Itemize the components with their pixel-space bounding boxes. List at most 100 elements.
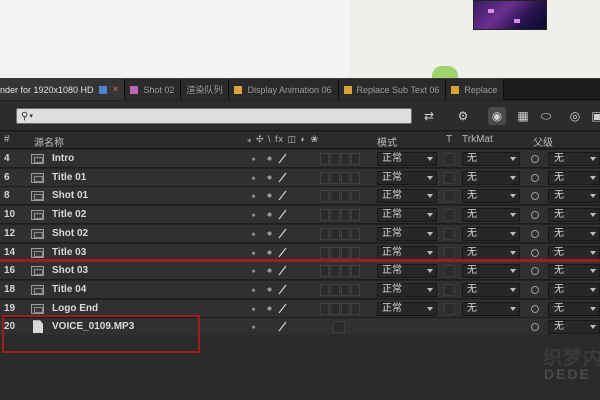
layer-switch-boxes[interactable] <box>320 171 360 184</box>
preserve-transparency-toggle[interactable] <box>444 227 455 240</box>
quality-switch-icon[interactable] <box>277 265 288 276</box>
layer-switch-boxes[interactable] <box>320 265 360 278</box>
pick-whip-icon[interactable] <box>531 304 539 313</box>
layer-row[interactable]: 12 Shot 02 ⁎ 正常 无 无 <box>0 224 600 243</box>
quality-switch-icon[interactable] <box>277 228 288 239</box>
preserve-transparency-toggle[interactable] <box>444 171 455 184</box>
preserve-transparency-toggle[interactable] <box>444 153 455 165</box>
layer-row[interactable]: 16 Shot 03 ⁎ 正常 无 无 <box>0 262 600 281</box>
layer-switch-boxes[interactable] <box>333 321 345 334</box>
search-input[interactable] <box>32 111 411 121</box>
preserve-transparency-toggle[interactable] <box>444 246 455 259</box>
quality-switch-icon[interactable] <box>277 247 288 258</box>
tab-5[interactable]: Replace <box>446 79 505 100</box>
render-preview-icon[interactable]: ⚙ <box>454 107 472 125</box>
collapse-switch-icon[interactable] <box>264 153 275 164</box>
blend-mode-select[interactable]: 正常 <box>377 245 437 260</box>
quality-switch-icon[interactable] <box>277 190 288 201</box>
column-mode[interactable]: 模式 <box>377 134 397 149</box>
layer-switch-boxes[interactable] <box>320 246 360 259</box>
layer-switch-boxes[interactable] <box>320 302 360 315</box>
parent-select[interactable]: 无 <box>548 170 600 185</box>
layer-row[interactable]: 4 Intro ⁎ 正常 无 无 <box>0 150 600 168</box>
preserve-transparency-toggle[interactable] <box>444 283 455 296</box>
column-source-name[interactable]: 源名称 <box>34 134 64 149</box>
column-trkmat[interactable]: TrkMat <box>462 134 493 145</box>
blend-mode-select[interactable]: 正常 <box>377 301 437 316</box>
layer-row[interactable]: 6 Title 01 ⁎ 正常 无 无 <box>0 168 600 187</box>
shy-switch-icon[interactable]: ⁎ <box>248 228 259 239</box>
parent-select[interactable]: 无 <box>548 189 600 204</box>
layer-switch-boxes[interactable] <box>320 227 360 240</box>
pick-whip-icon[interactable] <box>531 248 539 257</box>
pick-whip-icon[interactable] <box>531 229 539 238</box>
layer-switch-boxes[interactable] <box>320 209 360 222</box>
composition-flowchart-icon[interactable]: ⇄ <box>420 107 438 125</box>
pick-whip-icon[interactable] <box>531 285 539 294</box>
parent-select[interactable]: 无 <box>548 208 600 223</box>
track-matte-select[interactable]: 无 <box>462 152 520 166</box>
layer-name[interactable]: Title 04 <box>52 284 86 295</box>
parent-select[interactable]: 无 <box>548 152 600 166</box>
blend-mode-select[interactable]: 正常 <box>377 282 437 297</box>
tab-4[interactable]: Replace Sub Text 06 <box>338 79 447 100</box>
collapse-switch-icon[interactable] <box>264 228 275 239</box>
preserve-transparency-toggle[interactable] <box>444 209 455 222</box>
track-matte-select[interactable]: 无 <box>462 245 520 260</box>
collapse-switch-icon[interactable] <box>264 265 275 276</box>
layer-name[interactable]: Shot 01 <box>52 190 88 201</box>
close-icon[interactable]: × <box>113 84 119 95</box>
collapse-switch-icon[interactable] <box>264 284 275 295</box>
column-switches[interactable]: ⁎ ✣ \ fx ◫ ◐ ❀ <box>247 134 319 145</box>
tab-3[interactable]: Display Animation 06 <box>229 79 339 100</box>
parent-select[interactable]: 无 <box>548 301 600 316</box>
layer-name[interactable]: Intro <box>52 153 74 164</box>
track-matte-select[interactable]: 无 <box>462 264 520 279</box>
motion-blur-icon[interactable]: ◎ <box>566 107 584 125</box>
pick-whip-icon[interactable] <box>531 155 539 163</box>
shy-switch-icon[interactable]: ⁎ <box>248 190 259 201</box>
parent-select[interactable]: 无 <box>548 264 600 279</box>
layer-name[interactable]: Shot 03 <box>52 265 88 276</box>
column-parent[interactable]: 父级 <box>533 134 553 149</box>
track-matte-select[interactable]: 无 <box>462 301 520 316</box>
preserve-transparency-toggle[interactable] <box>444 302 455 315</box>
column-t[interactable]: T <box>446 134 452 145</box>
preserve-transparency-toggle[interactable] <box>444 265 455 278</box>
shy-switch-icon[interactable]: ⁎ <box>248 172 259 183</box>
layer-switch-boxes[interactable] <box>320 190 360 203</box>
tab-0[interactable]: nder for 1920x1080 HD × <box>0 79 126 100</box>
shy-switch-icon[interactable]: ⁎ <box>248 303 259 314</box>
layer-name[interactable]: Logo End <box>52 303 98 314</box>
quality-switch-icon[interactable] <box>277 209 288 220</box>
track-matte-select[interactable]: 无 <box>462 282 520 297</box>
parent-select[interactable]: 无 <box>548 282 600 297</box>
comp-mini-flowchart-icon[interactable]: ◉ <box>488 107 506 125</box>
layer-name[interactable]: Title 03 <box>52 247 86 258</box>
quality-switch-icon[interactable] <box>277 153 288 164</box>
track-matte-select[interactable]: 无 <box>462 208 520 223</box>
preserve-transparency-toggle[interactable] <box>444 190 455 203</box>
blend-mode-select[interactable]: 正常 <box>377 226 437 241</box>
layer-row[interactable]: 18 Title 04 ⁎ 正常 无 无 <box>0 280 600 299</box>
quality-switch-icon[interactable] <box>277 172 288 183</box>
layer-name[interactable]: Title 02 <box>52 209 86 220</box>
pick-whip-icon[interactable] <box>531 192 539 201</box>
collapse-switch-icon[interactable] <box>264 247 275 258</box>
shy-switch-icon[interactable]: ⁎ <box>248 247 259 258</box>
shy-switch-icon[interactable]: ⁎ <box>248 153 259 164</box>
collapse-switch-icon[interactable] <box>264 209 275 220</box>
quality-switch-icon[interactable] <box>277 303 288 314</box>
shy-switch-icon[interactable]: ⁎ <box>248 284 259 295</box>
pick-whip-icon[interactable] <box>531 211 539 220</box>
collapse-switch-icon[interactable] <box>264 172 275 183</box>
collapse-switch-icon[interactable] <box>264 190 275 201</box>
parent-select[interactable]: 无 <box>548 320 600 335</box>
shy-switch-icon[interactable]: ⁎ <box>248 209 259 220</box>
blend-mode-select[interactable]: 正常 <box>377 170 437 185</box>
draft-3d-icon[interactable]: ▦ <box>514 107 532 125</box>
parent-select[interactable]: 无 <box>548 245 600 260</box>
quality-switch-icon[interactable] <box>277 321 288 332</box>
blend-mode-select[interactable]: 正常 <box>377 189 437 204</box>
layer-switch-boxes[interactable] <box>320 283 360 296</box>
